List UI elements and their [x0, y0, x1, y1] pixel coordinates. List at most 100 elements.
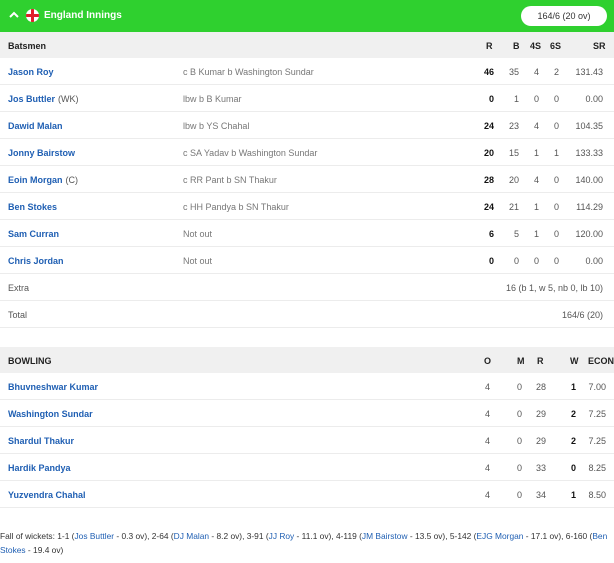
batsman-name[interactable]: Jos Buttler (WK) [8, 94, 79, 104]
balls-value: 23 [508, 121, 519, 131]
batsman-row: Jos Buttler (WK) lbw b B Kumar 0 1 0 0 0.00 [0, 85, 614, 112]
sixes-value: 0 [553, 121, 559, 131]
bowler-name[interactable]: Washington Sundar [8, 409, 93, 419]
fow-score: 6-160 ( [565, 531, 593, 541]
bowler-name[interactable]: Bhuvneshwar Kumar [8, 382, 98, 392]
score-badge: 164/6 (20 ov) [521, 6, 607, 26]
overs-value: 4 [484, 382, 490, 392]
batsman-name[interactable]: Ben Stokes [8, 202, 57, 212]
dismissal-text: c B Kumar b Washington Sundar [183, 67, 314, 77]
balls-value: 20 [508, 175, 519, 185]
fow-player-link[interactable]: JM Bairstow [362, 531, 408, 541]
extras-label: Extra [8, 283, 30, 293]
overs-value: 4 [484, 409, 490, 419]
sr-value: 140.00 [575, 175, 603, 185]
batsman-role: (C) [65, 175, 79, 185]
batsman-name-text[interactable]: Jos Buttler [8, 94, 55, 104]
bowl-runs-value: 29 [535, 436, 546, 446]
batsman-row: Eoin Morgan (C) c RR Pant b SN Thakur 28 20 4… [0, 166, 614, 193]
innings-title: England Innings [44, 10, 122, 21]
innings-header[interactable]: England Innings 164/6 (20 ov) [0, 0, 614, 32]
runs-header: R [486, 41, 493, 51]
fow-score: 5-142 ( [449, 531, 477, 541]
runs-value: 24 [483, 121, 494, 131]
batsman-name[interactable]: Sam Curran [8, 229, 59, 239]
fow-player-link[interactable]: JJ Roy [269, 531, 295, 541]
fow-score: 4-119 ( [335, 531, 362, 541]
fow-score: 2-64 ( [151, 531, 174, 541]
econ-value: 7.00 [588, 382, 606, 392]
batsman-name[interactable]: Chris Jordan [8, 256, 64, 266]
batsman-name[interactable]: Jason Roy [8, 67, 54, 77]
sixes-value: 0 [553, 202, 559, 212]
fours-value: 4 [533, 121, 539, 131]
batsman-name-text[interactable]: Jonny Bairstow [8, 148, 75, 158]
balls-value: 1 [513, 94, 519, 104]
total-label: Total [8, 310, 28, 320]
fow-overs: - 0.3 ov), [114, 531, 152, 541]
batsman-role: (WK) [58, 94, 79, 104]
total-row: Total 164/6 (20) [0, 301, 614, 328]
bowling-header: BOWLING [8, 356, 52, 366]
bowler-row: Washington Sundar 4 0 29 2 7.25 [0, 400, 614, 427]
england-flag-icon [26, 9, 39, 22]
batsman-name[interactable]: Dawid Malan [8, 121, 63, 131]
fours-value: 1 [533, 229, 539, 239]
fours-value: 0 [533, 256, 539, 266]
fours-value: 1 [533, 202, 539, 212]
batsman-row: Chris Jordan Not out 0 0 0 0 0.00 [0, 247, 614, 274]
bowler-name[interactable]: Hardik Pandya [8, 463, 71, 473]
fours-header: 4S [530, 41, 542, 51]
fours-value: 1 [533, 148, 539, 158]
batsman-name[interactable]: Jonny Bairstow [8, 148, 75, 158]
bowler-name[interactable]: Shardul Thakur [8, 436, 74, 446]
runs-value: 0 [488, 94, 494, 104]
dismissal-text: lbw b B Kumar [183, 94, 242, 104]
batsman-name-text[interactable]: Ben Stokes [8, 202, 57, 212]
wickets-value: 1 [570, 490, 576, 500]
fow-label: Fall of wickets: [0, 531, 55, 541]
batsman-name-text[interactable]: Jason Roy [8, 67, 54, 77]
chevron-up-icon[interactable] [8, 9, 20, 21]
batsman-name-text[interactable]: Chris Jordan [8, 256, 64, 266]
wickets-header: W [570, 356, 579, 366]
fours-value: 4 [533, 175, 539, 185]
runs-value: 0 [488, 256, 494, 266]
batsman-name-text[interactable]: Dawid Malan [8, 121, 63, 131]
maidens-value: 0 [516, 490, 522, 500]
runs-value: 6 [488, 229, 494, 239]
balls-header: B [513, 41, 520, 51]
wickets-value: 0 [570, 463, 576, 473]
sixes-value: 0 [553, 94, 559, 104]
balls-value: 15 [508, 148, 519, 158]
sixes-value: 1 [553, 148, 559, 158]
runs-value: 28 [483, 175, 494, 185]
econ-header: ECON [588, 356, 614, 366]
bowler-row: Hardik Pandya 4 0 33 0 8.25 [0, 454, 614, 481]
bowl-runs-value: 28 [535, 382, 546, 392]
bowl-runs-value: 34 [535, 490, 546, 500]
overs-header: O [484, 356, 492, 366]
total-value: 164/6 (20) [561, 310, 603, 320]
batsman-name[interactable]: Eoin Morgan (C) [8, 175, 78, 185]
bowler-name[interactable]: Yuzvendra Chahal [8, 490, 86, 500]
dismissal-text: lbw b YS Chahal [183, 121, 250, 131]
fow-player-link[interactable]: DJ Malan [174, 531, 209, 541]
sr-value: 114.29 [576, 202, 603, 212]
sixes-value: 0 [553, 229, 559, 239]
runs-value: 24 [483, 202, 494, 212]
sr-value: 133.33 [575, 148, 603, 158]
runs-value: 46 [483, 67, 494, 77]
sr-value: 131.43 [575, 67, 603, 77]
sixes-value: 0 [553, 256, 559, 266]
fow-player-link[interactable]: EJG Morgan [476, 531, 523, 541]
batsman-name-text[interactable]: Eoin Morgan [8, 175, 63, 185]
sr-value: 0.00 [585, 94, 603, 104]
maidens-value: 0 [516, 463, 522, 473]
overs-value: 4 [484, 463, 490, 473]
fow-player-link[interactable]: Jos Buttler [74, 531, 114, 541]
batsman-name-text[interactable]: Sam Curran [8, 229, 59, 239]
fow-overs: - 13.5 ov), [407, 531, 450, 541]
fow-overs: - 8.2 ov), [209, 531, 247, 541]
fow-overs: - 19.4 ov) [25, 545, 64, 555]
